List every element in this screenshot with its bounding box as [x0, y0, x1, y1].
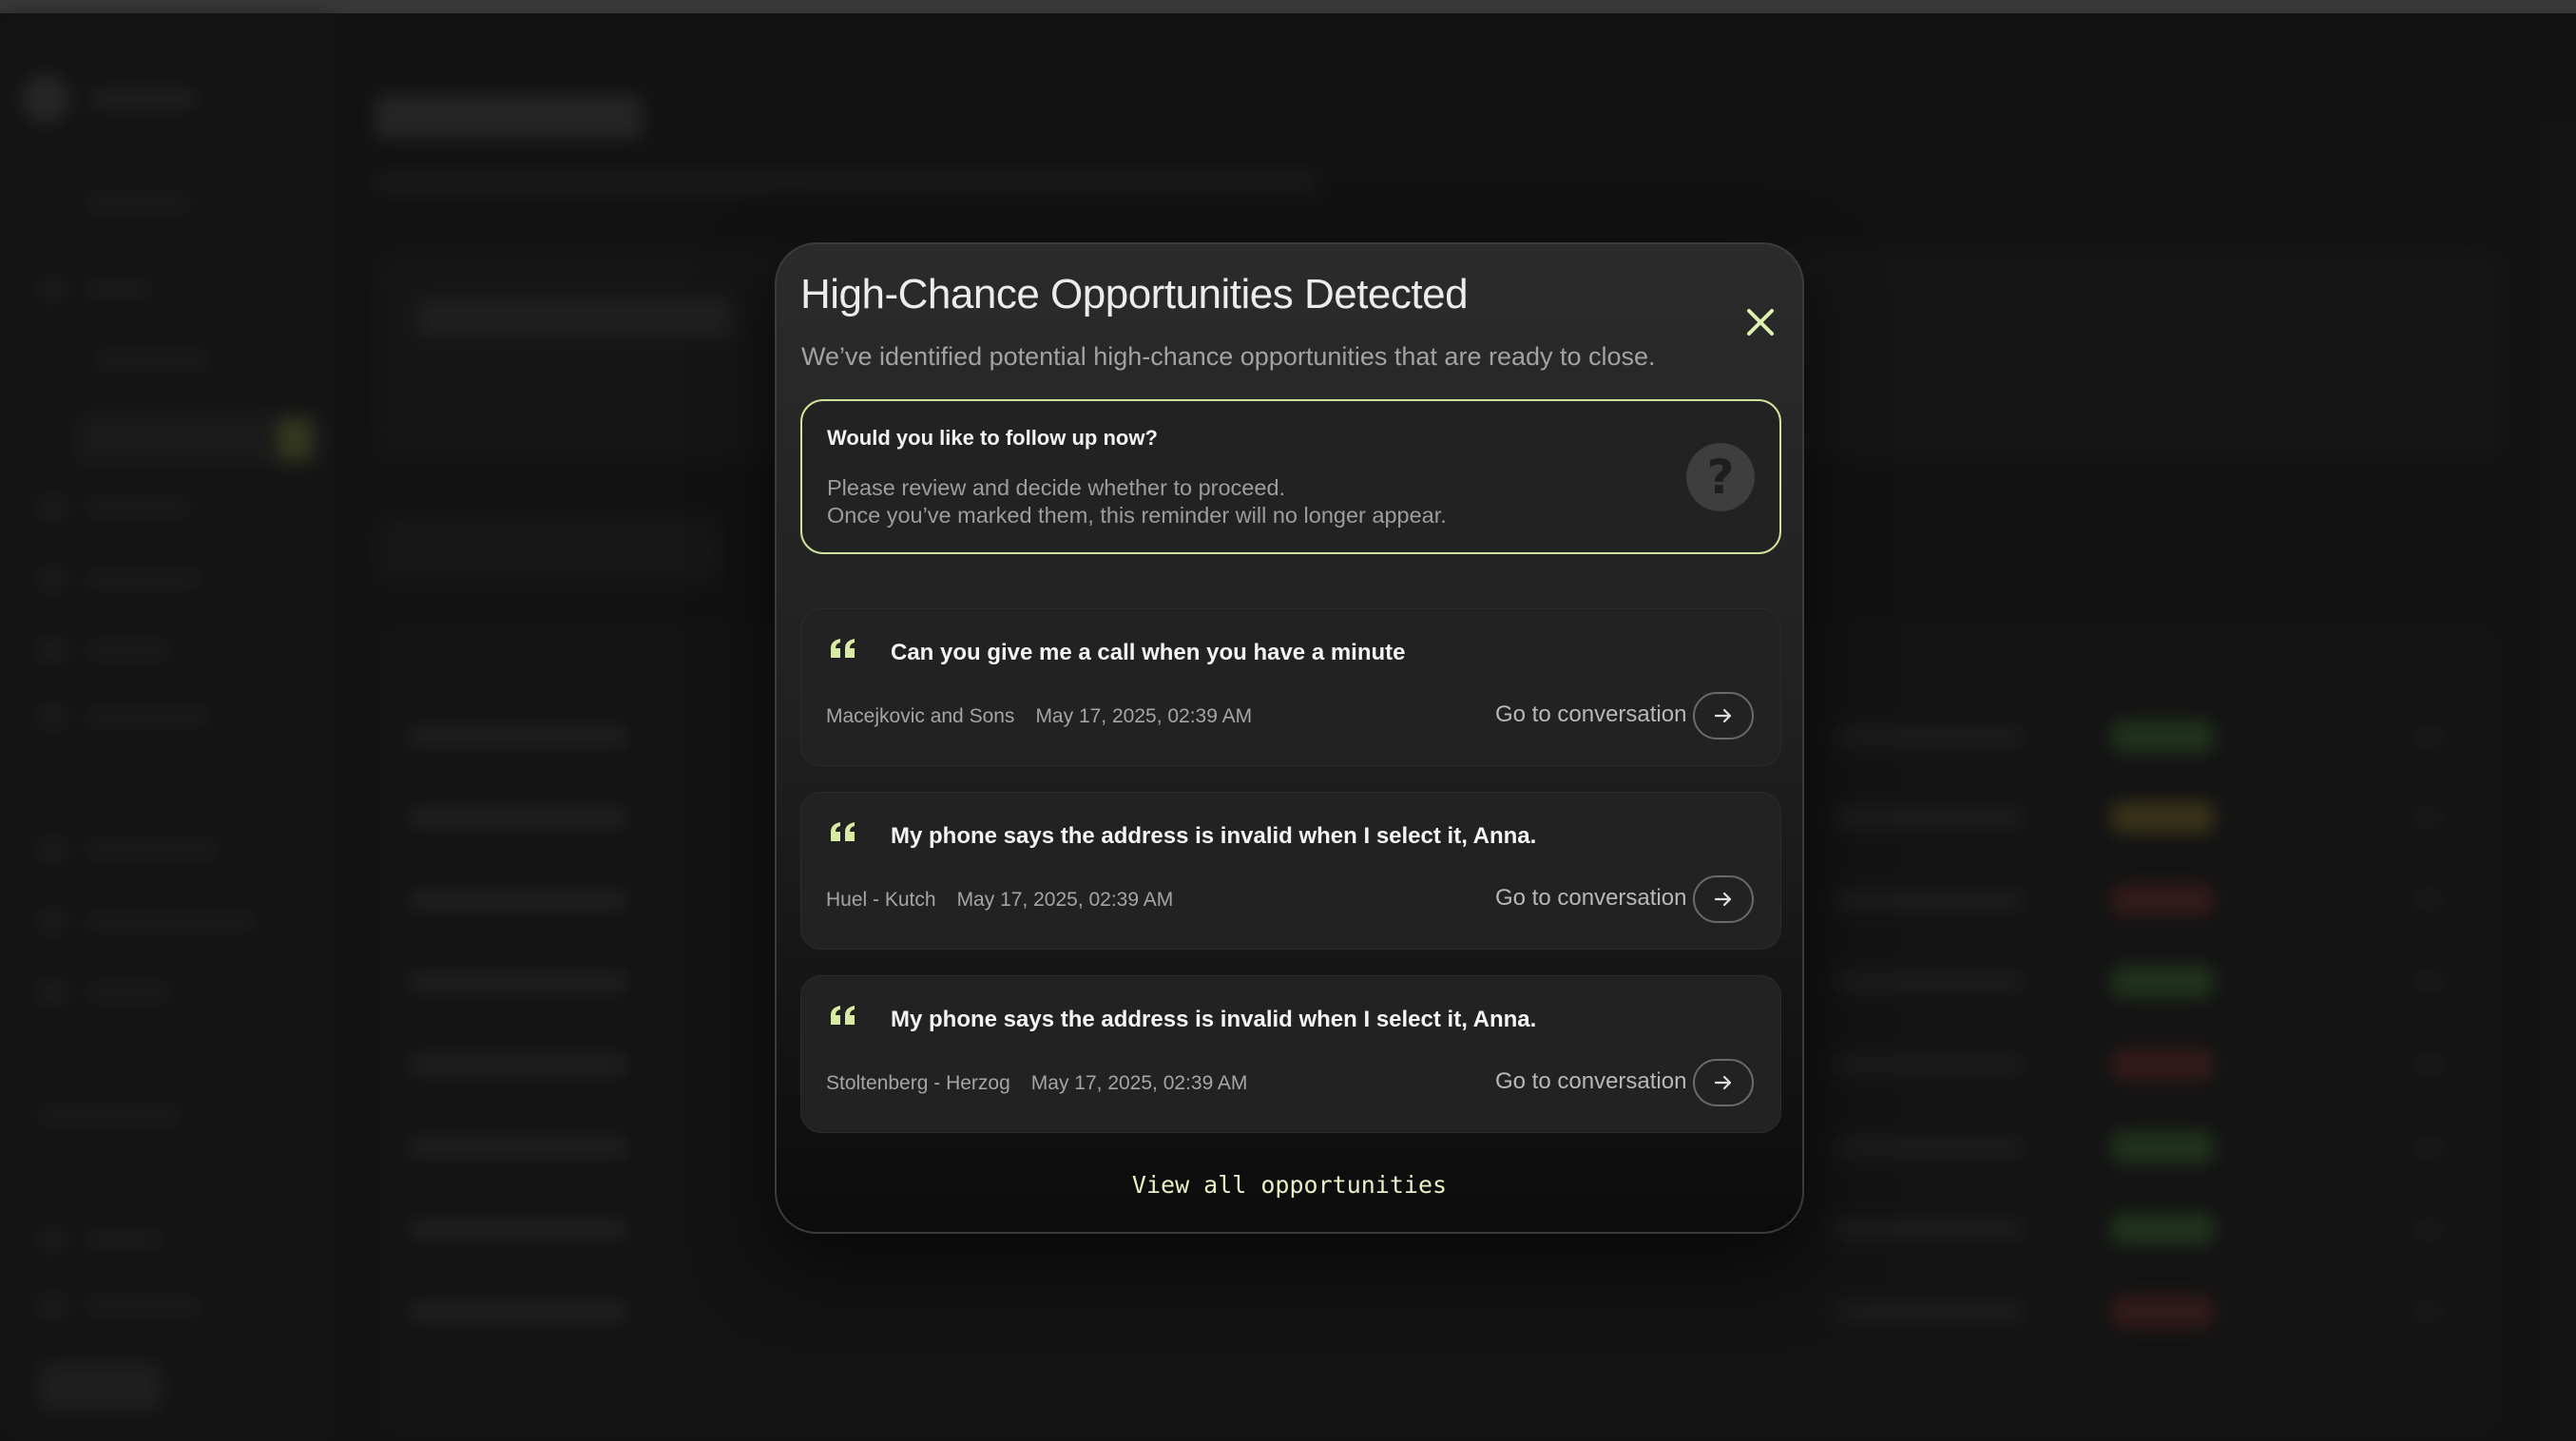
arrow-right-icon [1714, 708, 1732, 723]
go-to-conversation-button[interactable] [1693, 692, 1754, 740]
arrow-right-icon [1714, 1075, 1732, 1090]
go-to-conversation-link[interactable]: Go to conversation [1495, 701, 1686, 728]
view-all-opportunities-link[interactable]: View all opportunities [777, 1171, 1802, 1199]
close-button[interactable] [1740, 302, 1780, 342]
arrow-right-icon [1714, 892, 1732, 907]
go-to-conversation-button[interactable] [1693, 875, 1754, 923]
opportunity-card: Can you give me a call when you have a m… [800, 608, 1781, 766]
opportunity-message: Can you give me a call when you have a m… [891, 640, 1406, 665]
opportunity-card: My phone says the address is invalid whe… [800, 792, 1781, 950]
opportunities-modal: High-Chance Opportunities Detected We’ve… [775, 242, 1804, 1234]
close-icon [1747, 309, 1774, 336]
opportunity-meta: Stoltenberg - Herzog May 17, 2025, 02:39 … [826, 1072, 1247, 1095]
follow-up-callout: Would you like to follow up now? Please … [800, 399, 1781, 554]
question-circle-icon: ? [1686, 443, 1755, 511]
opportunity-message: My phone says the address is invalid whe… [891, 1007, 1537, 1032]
quote-icon [831, 639, 855, 658]
opportunity-date: May 17, 2025, 02:39 AM [956, 889, 1174, 911]
go-to-conversation-link[interactable]: Go to conversation [1495, 1068, 1686, 1095]
app-screen: High-Chance Opportunities Detected We’ve… [0, 0, 2576, 1441]
go-to-conversation-button[interactable] [1693, 1059, 1754, 1106]
modal-title: High-Chance Opportunities Detected [800, 271, 1469, 317]
modal-subtitle: We’ve identified potential high-chance o… [801, 342, 1656, 371]
company-name: Macejkovic and Sons [826, 705, 1015, 727]
company-name: Stoltenberg - Herzog [826, 1072, 1010, 1094]
opportunity-meta: Huel - Kutch May 17, 2025, 02:39 AM [826, 889, 1173, 912]
quote-icon [831, 822, 855, 841]
callout-line-2: Once you’ve marked them, this reminder w… [827, 503, 1447, 528]
quote-icon [831, 1006, 855, 1025]
opportunity-message: My phone says the address is invalid whe… [891, 823, 1537, 849]
callout-question: Would you like to follow up now? [827, 426, 1158, 450]
go-to-conversation-link[interactable]: Go to conversation [1495, 885, 1686, 912]
callout-line-1: Please review and decide whether to proc… [827, 475, 1286, 500]
opportunity-card: My phone says the address is invalid whe… [800, 975, 1781, 1133]
opportunity-date: May 17, 2025, 02:39 AM [1030, 1072, 1248, 1094]
company-name: Huel - Kutch [826, 889, 936, 911]
opportunity-meta: Macejkovic and Sons May 17, 2025, 02:39 A… [826, 705, 1252, 728]
opportunity-date: May 17, 2025, 02:39 AM [1035, 705, 1253, 727]
